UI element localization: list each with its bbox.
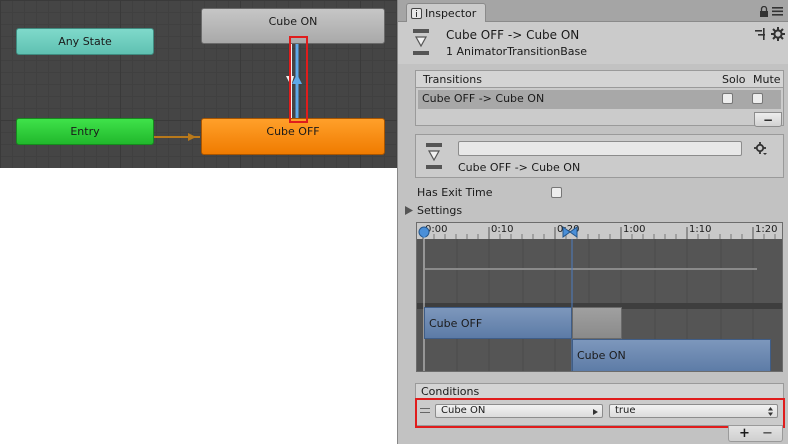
tick-label-5: 1:20 xyxy=(755,224,778,235)
add-condition-button[interactable]: + xyxy=(739,426,750,441)
inspector-panel: Inspector Cube OFF -> Cube ON 1 Animator… xyxy=(397,0,788,444)
transition-row-label: Cube OFF -> Cube ON xyxy=(422,92,545,105)
transition-timeline[interactable]: 0:00 0:10 0:20 1:00 1:10 1:20 Cube OFF C… xyxy=(416,222,783,372)
state-entry-label: Entry xyxy=(70,125,100,138)
entry-transition-arrow xyxy=(154,133,200,141)
timeline-ruler-ticks xyxy=(422,227,776,239)
transition-icon xyxy=(413,29,429,55)
settings-foldout-arrow-icon[interactable] xyxy=(405,206,413,215)
inspector-header: Cube OFF -> Cube ON 1 AnimatorTransition… xyxy=(398,22,788,64)
remove-transition-button[interactable]: − xyxy=(754,112,782,127)
destination-clip-label: Cube ON xyxy=(577,349,626,362)
source-clip[interactable]: Cube OFF xyxy=(424,307,572,339)
destination-clip[interactable]: Cube ON xyxy=(572,339,771,371)
gear-icon[interactable] xyxy=(771,27,785,41)
solo-checkbox[interactable] xyxy=(722,93,733,104)
transitions-list-header: Transitions Solo Mute xyxy=(416,71,783,88)
inspector-tab-bar: Inspector xyxy=(398,0,788,22)
transition-detail-title: Cube OFF -> Cube ON xyxy=(458,161,581,174)
state-cube-off[interactable]: Cube OFF xyxy=(201,118,385,155)
transitions-list: Transitions Solo Mute Cube OFF -> Cube O… xyxy=(415,70,784,126)
state-any-state-label: Any State xyxy=(58,35,112,48)
conditions-list-header: Conditions xyxy=(416,384,783,399)
settings-foldout-label[interactable]: Settings xyxy=(417,204,462,217)
tab-inspector[interactable]: Inspector xyxy=(406,3,486,22)
condition-highlight-box xyxy=(415,398,785,428)
transition-detail: Cube OFF -> Cube ON xyxy=(415,134,784,178)
has-exit-time-checkbox[interactable] xyxy=(551,187,562,198)
tick-label-3: 1:00 xyxy=(623,224,646,235)
mute-checkbox[interactable] xyxy=(752,93,763,104)
state-cube-off-label: Cube OFF xyxy=(266,125,320,138)
state-cube-on-label: Cube ON xyxy=(268,15,318,28)
solo-header-label: Solo xyxy=(722,73,746,86)
state-entry[interactable]: Entry xyxy=(16,118,154,145)
transition-name-field[interactable] xyxy=(458,141,742,156)
preset-icon[interactable] xyxy=(755,28,767,40)
info-icon xyxy=(411,7,422,19)
mute-header-label: Mute xyxy=(753,73,781,86)
lock-icon[interactable] xyxy=(759,6,769,17)
transition-highlight-box xyxy=(289,36,308,123)
header-subtitle: 1 AnimatorTransitionBase xyxy=(446,45,588,58)
transitions-header-label: Transitions xyxy=(423,73,482,86)
transition-detail-icon xyxy=(426,143,442,169)
tick-label-4: 1:10 xyxy=(689,224,712,235)
timeline-ruler: 0:00 0:10 0:20 1:00 1:10 1:20 xyxy=(417,223,782,239)
conditions-footer: + − xyxy=(728,426,783,442)
remove-condition-button[interactable]: − xyxy=(762,426,773,441)
tab-inspector-label: Inspector xyxy=(425,6,477,20)
menu-icon[interactable] xyxy=(772,7,783,16)
transition-row[interactable]: Cube OFF -> Cube ON xyxy=(418,90,781,109)
blend-region[interactable] xyxy=(572,307,622,339)
header-title: Cube OFF -> Cube ON xyxy=(446,28,580,42)
conditions-header-label: Conditions xyxy=(421,385,480,398)
source-clip-label: Cube OFF xyxy=(429,317,483,330)
animator-graph[interactable]: Any State Entry Cube ON Cube OFF xyxy=(0,0,397,168)
state-any-state[interactable]: Any State xyxy=(16,28,154,55)
detail-gear-icon[interactable] xyxy=(754,142,767,155)
timeline-transition-marker[interactable] xyxy=(562,225,578,239)
tick-label-1: 0:10 xyxy=(491,224,514,235)
timeline-start-marker[interactable] xyxy=(418,226,430,238)
has-exit-time-label: Has Exit Time xyxy=(417,186,493,199)
